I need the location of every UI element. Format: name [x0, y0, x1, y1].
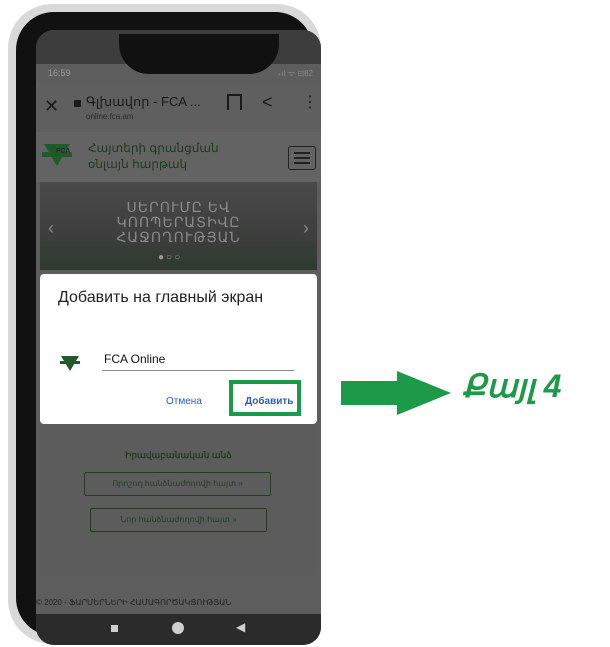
hamburger-menu-button[interactable]	[288, 146, 316, 170]
banner-line1: ՍԵՐՈՒՄԸ ԵՎ	[126, 199, 231, 215]
menu-icon[interactable]: ⋮	[302, 92, 318, 112]
green-arrow-icon	[341, 371, 451, 415]
bookmark-icon[interactable]	[227, 94, 242, 110]
site-title-line2: օնլայն հարթակ	[88, 157, 188, 171]
site-title-line1: Հայտերի գրանցման	[88, 141, 219, 155]
logo-text: FCA	[56, 148, 71, 155]
section-heading: Իրավաբանական անձ	[125, 450, 232, 460]
step-label: Քայլ 4	[462, 368, 562, 404]
recent-apps-icon[interactable]	[111, 625, 118, 632]
page-url: online.fca.am	[86, 112, 134, 121]
banner-line3: ՀԱՋՈՂՈՒԹՅԱՆ	[116, 229, 241, 245]
page-content: Իրավաբանական անձ Որոշող հանձնաժողովի հայ…	[40, 424, 317, 574]
lock-icon	[74, 100, 81, 107]
dialog-title: Добавить на главный экран	[58, 289, 264, 306]
browser-toolbar: ✕ Գլխավոր - FCA ... online.fca.am < ⋮	[36, 82, 321, 132]
add-button-highlight	[229, 380, 301, 416]
carousel-next-icon[interactable]: ›	[303, 218, 309, 239]
back-icon[interactable]: ◀	[236, 620, 245, 634]
shortcut-name-input[interactable]: FCA Online	[102, 348, 294, 371]
phone-notch	[119, 34, 279, 74]
site-title: Հայտերի գրանցման օնլայն հարթակ	[88, 140, 219, 172]
status-time: 16:59	[48, 68, 71, 78]
carousel-dots[interactable]: ●○○	[158, 252, 182, 263]
site-header: FCA Հայտերի գրանցման օնլայն հարթակ	[36, 132, 321, 182]
footer-text: © 2020 - ՖԱՐՄԵՐՆԵՐԻ ՀԱՄԱԳՈՐԾԱԿՑՈՒԹՅԱՆ	[36, 598, 232, 607]
share-icon[interactable]: <	[262, 92, 273, 113]
add-to-home-dialog: Добавить на главный экран FCA Online Отм…	[40, 274, 317, 424]
banner-text: ՍԵՐՈՒՄԸ ԵՎ ԿՈՈՊԵՐԱՏԻՎԸ ՀԱՋՈՂՈՒԹՅԱՆ	[40, 200, 317, 245]
status-icons: ₊ıl ᯤ ⊡82	[277, 69, 313, 78]
android-nav-bar: ◀	[36, 614, 321, 645]
committee-application-button[interactable]: Որոշող հանձնաժողովի հայտ »	[84, 472, 271, 496]
page-title: Գլխավոր - FCA ...	[86, 94, 201, 109]
home-icon[interactable]	[172, 622, 184, 634]
new-committee-application-button[interactable]: Նոր հանձնաժողովի հայտ »	[90, 508, 267, 532]
close-icon[interactable]: ✕	[44, 96, 59, 117]
banner-line2: ԿՈՈՊԵՐԱՏԻՎԸ	[116, 214, 241, 230]
phone-screen: 16:59 ₊ıl ᯤ ⊡82 ✕ Գլխավոր - FCA ... onli…	[36, 30, 321, 645]
cancel-button[interactable]: Отмена	[166, 396, 202, 407]
carousel-prev-icon[interactable]: ‹	[48, 218, 54, 239]
hero-banner: ՍԵՐՈՒՄԸ ԵՎ ԿՈՈՊԵՐԱՏԻՎԸ ՀԱՋՈՂՈՒԹՅԱՆ ‹ › ●…	[40, 182, 317, 270]
fca-app-icon	[60, 356, 80, 371]
